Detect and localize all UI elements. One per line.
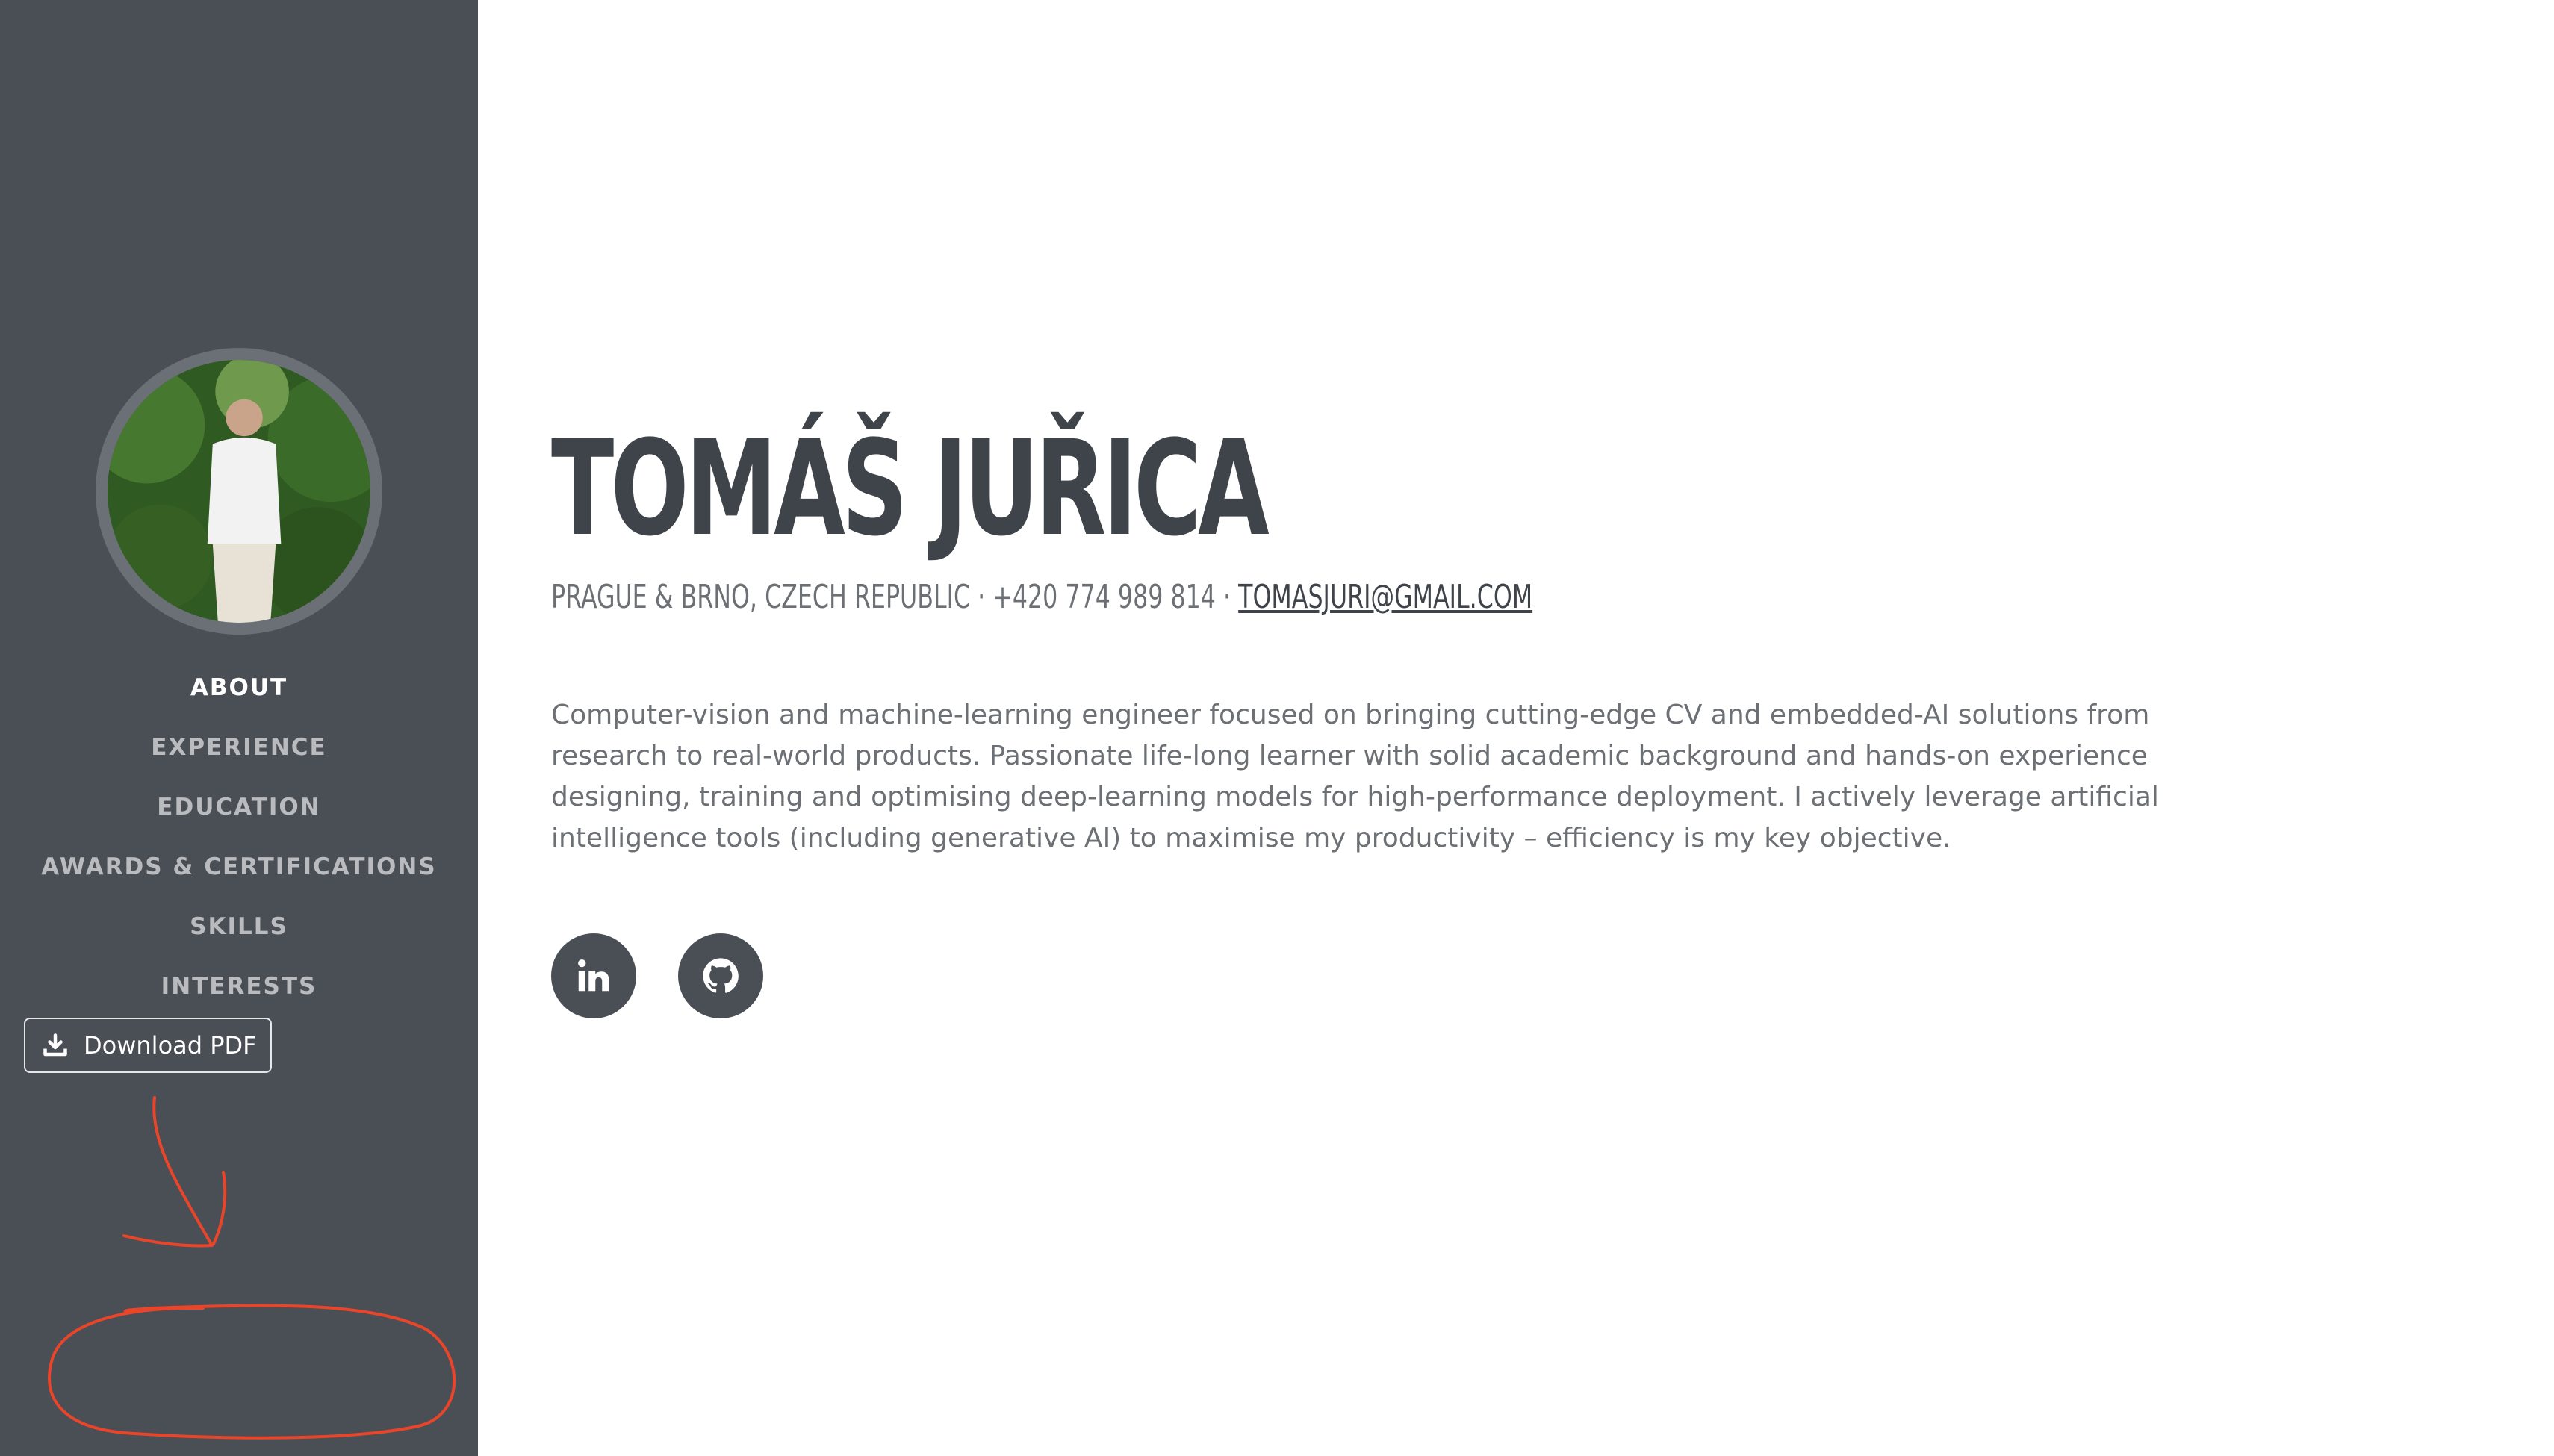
page-title: TOMÁŠ JUŘICA [551,412,1270,565]
social-icons [551,933,805,1018]
linkedin-icon [578,959,609,992]
contact-line: PRAGUE & BRNO, CZECH REPUBLIC · +420 774… [551,575,1532,620]
separator: · [1215,578,1239,616]
avatar [96,348,382,635]
linkedin-button[interactable] [551,933,636,1018]
github-icon [703,958,739,993]
nav-item-experience[interactable]: EXPERIENCE [0,724,478,784]
sidebar-nav: ABOUT EXPERIENCE EDUCATION AWARDS & CERT… [0,665,478,1023]
download-icon [42,1032,69,1059]
nav-item-skills[interactable]: SKILLS [0,903,478,963]
main-content: TOMÁŠ JUŘICA PRAGUE & BRNO, CZECH REPUBL… [551,0,2493,1456]
nav-item-awards-certifications[interactable]: AWARDS & CERTIFICATIONS [0,844,478,903]
separator: · [970,578,993,616]
nav-item-interests[interactable]: INTERESTS [0,963,478,1023]
phone-text: +420 774 989 814 [992,578,1216,616]
about-lead: Computer-vision and machine-learning eng… [551,700,2159,853]
download-pdf-label: Download PDF [84,1031,257,1060]
email-link[interactable]: TOMASJURI@GMAIL.COM [1238,578,1532,616]
nav-item-education[interactable]: EDUCATION [0,784,478,844]
github-button[interactable] [678,933,763,1018]
nav-item-about[interactable]: ABOUT [0,665,478,724]
download-pdf-button[interactable]: Download PDF [24,1018,272,1073]
location-text: PRAGUE & BRNO, CZECH REPUBLIC [551,578,971,616]
sidebar: ABOUT EXPERIENCE EDUCATION AWARDS & CERT… [0,0,478,1456]
profile-photo [108,360,370,623]
hand-drawn-annotation [48,1096,456,1440]
